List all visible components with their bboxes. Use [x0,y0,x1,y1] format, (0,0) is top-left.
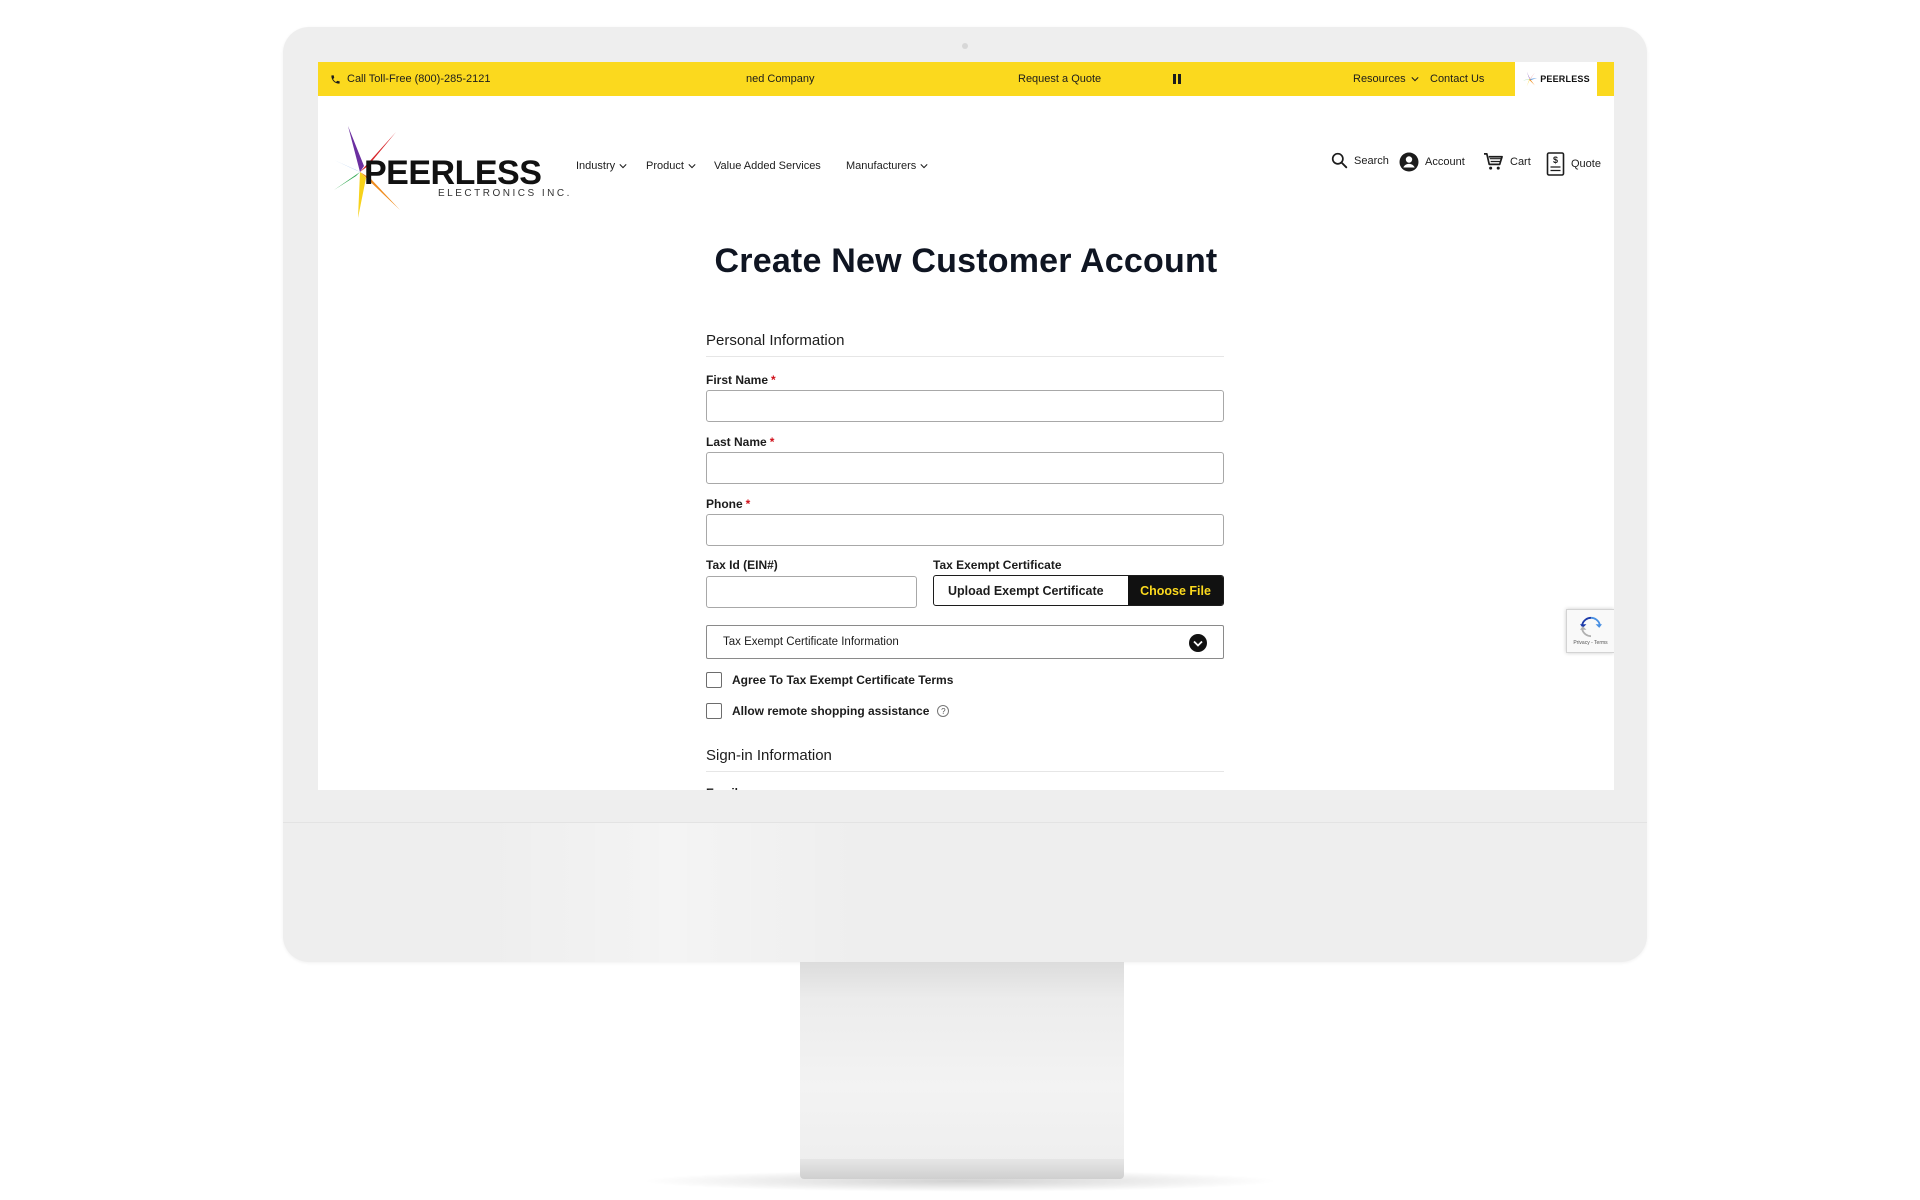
quote-label: Quote [1571,158,1601,170]
search-button[interactable]: Search [1331,152,1389,169]
request-quote-link[interactable]: Request a Quote [1018,73,1101,85]
help-icon[interactable]: ? [937,705,950,717]
quote-icon: $ [1546,152,1565,176]
page-title: Create New Customer Account [714,242,1218,280]
remote-assistance-checkbox[interactable] [706,703,722,719]
tax-id-field[interactable] [706,576,917,608]
choose-file-button[interactable]: Choose File [1128,576,1223,605]
logo-subtitle: ELECTRONICS INC. [438,188,572,199]
cart-label: Cart [1510,155,1531,168]
chevron-down-icon [1411,77,1419,82]
accordion-label: Tax Exempt Certificate Information [723,636,899,648]
top-bar: Call Toll-Free (800)-285-2121 ned Compan… [318,62,1614,96]
quote-button[interactable]: $ Quote [1546,152,1601,176]
monitor-stand [800,962,1124,1169]
nav-industry-label: Industry [576,160,616,172]
svg-text:$: $ [1553,155,1558,165]
camera-dot [962,43,968,49]
sign-in-information-heading: Sign-in Information [706,747,1224,772]
last-name-label: Last Name * [706,435,774,449]
nav-manufacturers[interactable]: Manufacturers [846,160,928,172]
nav-value-added-services[interactable]: Value Added Services [714,160,821,172]
cart-button[interactable]: Cart [1483,152,1531,171]
first-name-field[interactable] [706,390,1224,422]
cart-icon [1484,153,1503,170]
toll-free-phone-link[interactable]: Call Toll-Free (800)-285-2121 [330,73,490,85]
toll-free-phone-text: Call Toll-Free (800)-285-2121 [347,73,491,85]
nav-product-label: Product [646,160,684,172]
last-name-field[interactable] [706,452,1224,484]
phone-label: Phone * [706,497,750,511]
recaptcha-links[interactable]: Privacy - Terms [1573,640,1607,646]
phone-label-text: Phone [706,497,743,511]
first-name-label: First Name * [706,373,776,387]
brand-badge-text: PEERLESS [1540,74,1590,84]
recaptcha-icon [1579,616,1602,638]
search-label: Search [1354,154,1389,167]
company-ticker-text: ned Company [746,73,815,85]
monitor-chin-sheen [483,823,863,962]
search-icon [1331,152,1348,169]
resources-menu[interactable]: Resources [1353,73,1419,85]
account-icon [1399,152,1419,172]
required-mark: * [771,373,776,387]
nav-manufacturers-label: Manufacturers [846,160,917,172]
brand-badge[interactable]: PEERLESS [1515,62,1597,96]
tax-id-label: Tax Id (EIN#) [706,558,778,572]
nav-industry[interactable]: Industry [576,160,627,172]
chevron-down-icon [688,164,696,169]
agree-terms-checkbox[interactable] [706,672,722,688]
pause-icon[interactable] [1173,74,1181,84]
required-mark: * [745,497,751,511]
peerless-logo[interactable]: PEERLESS ELECTRONICS INC. [330,124,569,220]
account-label: Account [1425,156,1465,168]
resources-label: Resources [1353,73,1406,85]
tax-exempt-info-accordion[interactable]: Tax Exempt Certificate Information [706,625,1224,659]
site-header: PEERLESS ELECTRONICS INC. Industry Produ… [318,96,1614,232]
phone-icon [331,74,340,84]
agree-terms-option[interactable]: Agree To Tax Exempt Certificate Terms [706,672,953,688]
chevron-down-icon [920,164,928,169]
circle-chevron-icon [1189,634,1207,652]
browser-screen: Call Toll-Free (800)-285-2121 ned Compan… [318,62,1614,790]
certificate-upload-field[interactable]: Upload Exempt Certificate Choose File [933,575,1224,606]
remote-assistance-option[interactable]: Allow remote shopping assistance ? [706,703,950,719]
monitor-stand-foot [800,1159,1124,1179]
personal-information-heading: Personal Information [706,332,1224,357]
remote-assistance-label: Allow remote shopping assistance [732,704,930,718]
agree-terms-label: Agree To Tax Exempt Certificate Terms [732,673,954,687]
last-name-label-text: Last Name [706,435,767,449]
account-button[interactable]: Account [1399,152,1465,172]
chevron-down-icon [619,164,627,169]
recaptcha-badge[interactable]: Privacy - Terms [1566,609,1614,653]
required-mark: * [769,435,775,449]
first-name-label-text: First Name [706,373,769,387]
nav-product[interactable]: Product [646,160,696,172]
brand-star-icon [1522,71,1538,87]
contact-us-link[interactable]: Contact Us [1430,73,1484,85]
phone-field[interactable] [706,514,1224,546]
tax-exempt-certificate-label: Tax Exempt Certificate [933,558,1062,572]
upload-placeholder: Upload Exempt Certificate [948,583,1104,598]
email-label-cutoff: Email [706,786,738,790]
